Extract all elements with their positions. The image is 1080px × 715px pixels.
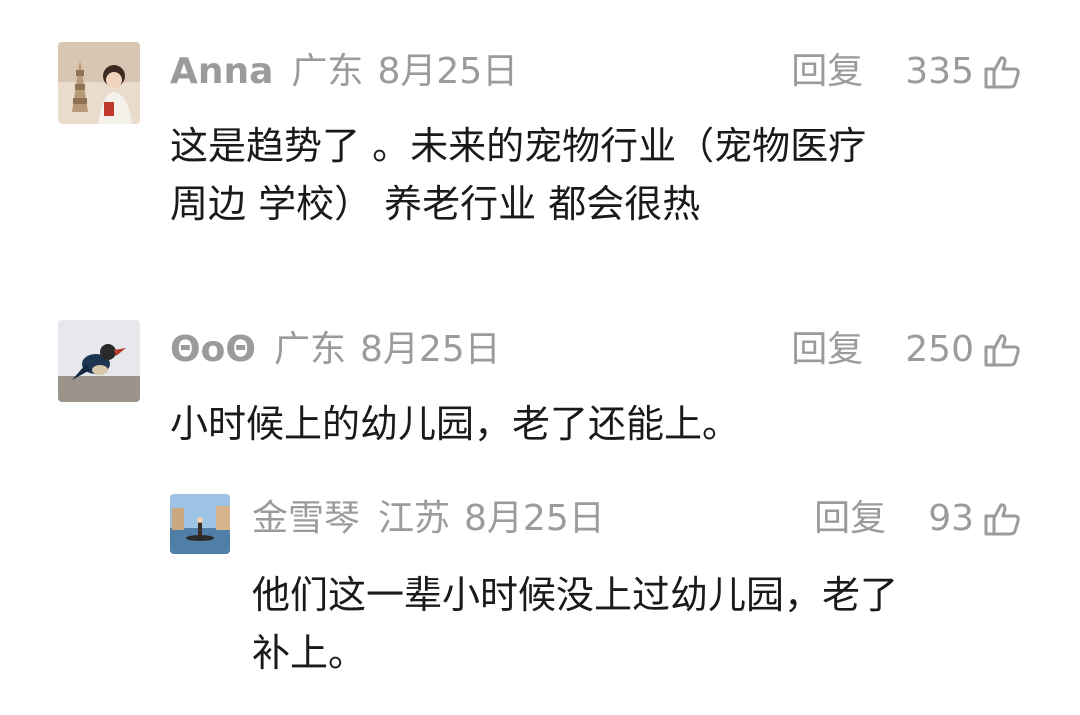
- username[interactable]: ΘοΘ: [170, 329, 256, 370]
- reply-button[interactable]: 回复: [791, 50, 863, 94]
- comment-text: 他们这一辈小时候没上过幼儿园，老了 补上。: [252, 573, 899, 675]
- like-count: 250: [905, 329, 974, 370]
- comment-text: 小时候上的幼儿园，老了还能上。: [170, 402, 741, 446]
- comment-meta: Anna 广东 8月25日: [170, 50, 532, 94]
- reply-button[interactable]: 回复: [814, 497, 886, 541]
- comment-actions: 回复 93: [814, 497, 1022, 541]
- comment-actions: 回复 250: [791, 328, 1022, 372]
- like-count: 335: [905, 51, 974, 92]
- reply-button[interactable]: 回复: [791, 328, 863, 372]
- location-label: 广东: [273, 329, 346, 370]
- comment-actions: 回复 335: [791, 50, 1022, 94]
- username[interactable]: 金雪琴: [252, 498, 360, 539]
- date-label: 8月25日: [464, 498, 605, 539]
- avatar[interactable]: [170, 494, 230, 554]
- location-label: 广东: [291, 51, 364, 92]
- comment-meta: ΘοΘ 广东 8月25日: [170, 328, 515, 372]
- comment-text: 这是趋势了 。未来的宠物行业（宠物医疗 周边 学校） 养老行业 都会很热: [170, 124, 867, 226]
- username[interactable]: Anna: [170, 51, 273, 92]
- like-count: 93: [928, 498, 974, 539]
- thumbs-up-icon[interactable]: [982, 52, 1022, 92]
- avatar[interactable]: [58, 42, 140, 124]
- thumbs-up-icon[interactable]: [982, 330, 1022, 370]
- location-label: 江苏: [378, 498, 451, 539]
- comment-meta: 金雪琴 江苏 8月25日: [252, 497, 619, 541]
- date-label: 8月25日: [377, 51, 519, 92]
- date-label: 8月25日: [359, 329, 501, 370]
- avatar[interactable]: [58, 320, 140, 402]
- thumbs-up-icon[interactable]: [982, 499, 1022, 539]
